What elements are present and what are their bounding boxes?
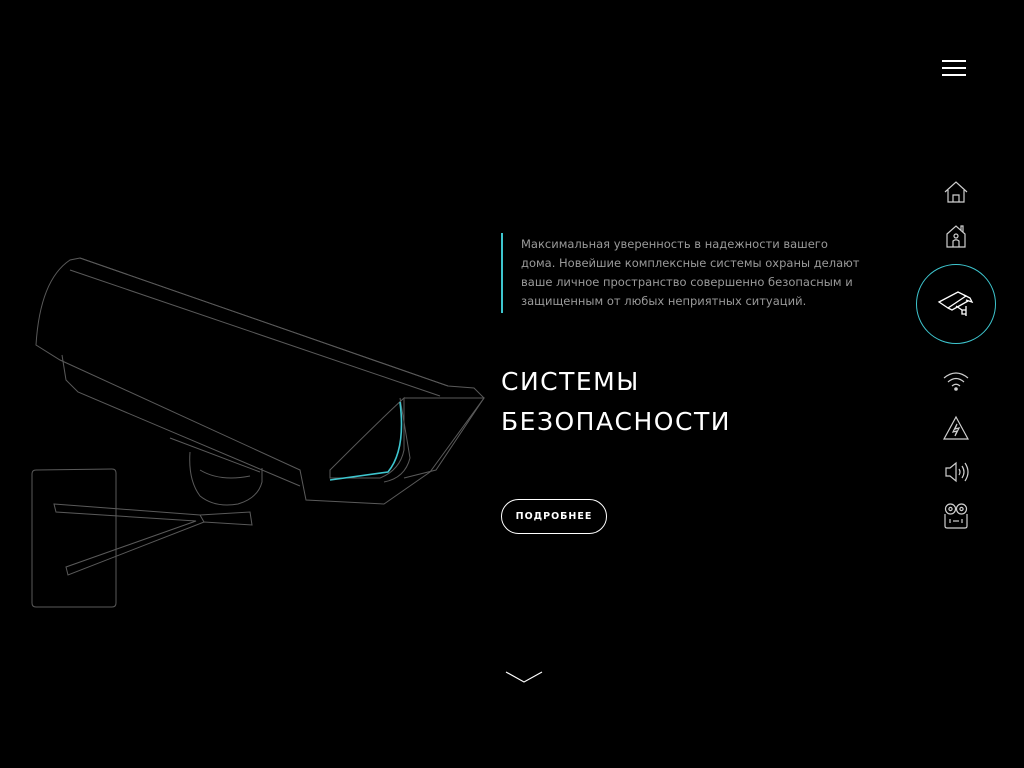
speaker-icon [945, 461, 969, 483]
nav-item-camera[interactable] [916, 264, 996, 344]
page: Максимальная уверенность в надежности ва… [0, 0, 1024, 768]
nav-item-wifi[interactable] [916, 361, 996, 401]
hero-title: СИСТЕМЫ БЕЗОПАСНОСТИ [501, 362, 731, 442]
chevron-down-icon[interactable] [505, 670, 543, 686]
nav-item-alarm[interactable] [916, 408, 996, 448]
hero-description: Максимальная уверенность в надежности ва… [501, 233, 861, 313]
hero-title-line-2: БЕЗОПАСНОСТИ [501, 407, 731, 436]
hero-description-text: Максимальная уверенность в надежности ва… [521, 237, 860, 308]
more-button[interactable]: ПОДРОБНЕЕ [501, 499, 607, 534]
house-person-icon [946, 225, 966, 248]
nav-item-home[interactable] [916, 172, 996, 212]
security-camera-icon [937, 291, 974, 316]
security-camera-illustration [31, 257, 485, 608]
hero-title-line-1: СИСТЕМЫ [501, 367, 640, 396]
intercom-icon [944, 503, 968, 529]
nav-item-intercom[interactable] [916, 496, 996, 536]
nav-item-house[interactable] [916, 216, 996, 256]
home-icon [944, 181, 968, 203]
warning-lightning-icon [942, 415, 970, 440]
wifi-icon [943, 372, 969, 391]
hamburger-menu-icon[interactable] [942, 60, 966, 80]
nav-item-sound[interactable] [916, 452, 996, 492]
